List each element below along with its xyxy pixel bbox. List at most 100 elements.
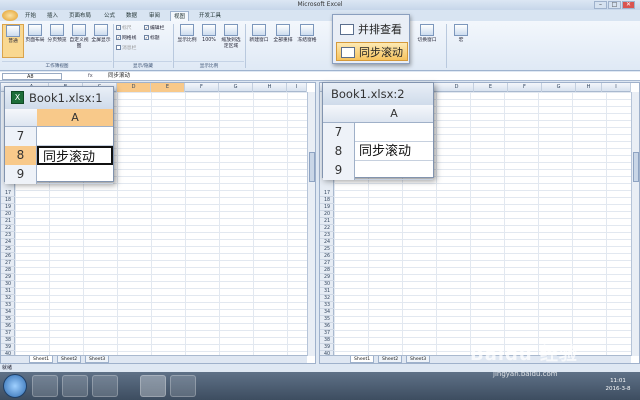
sheet-tab-sheet3[interactable]: Sheet3 xyxy=(406,356,431,363)
row-header[interactable]: 21 xyxy=(320,218,334,225)
fx-icon[interactable]: fx xyxy=(88,72,93,81)
custom-views-button[interactable]: 自定义视图 xyxy=(68,24,90,58)
column-header[interactable]: D xyxy=(440,83,474,92)
clock[interactable]: 11:01 2016-3-8 xyxy=(601,377,635,393)
row-header[interactable]: 29 xyxy=(1,274,15,281)
tab-formulas[interactable]: 公式 xyxy=(101,11,118,21)
new-window-button[interactable]: 新建窗口 xyxy=(248,24,270,58)
row-number[interactable]: 8 xyxy=(5,146,37,165)
cell[interactable] xyxy=(37,165,113,184)
close-button[interactable]: ✕ xyxy=(622,1,635,9)
row-header[interactable]: 37 xyxy=(1,330,15,337)
sheet-tab-sheet3[interactable]: Sheet3 xyxy=(85,356,110,363)
row-number[interactable]: 7 xyxy=(323,123,355,142)
tab-view[interactable]: 视图 xyxy=(170,11,190,21)
row-header[interactable]: 27 xyxy=(320,260,334,267)
row-header[interactable]: 31 xyxy=(320,288,334,295)
row-header[interactable]: 19 xyxy=(320,204,334,211)
row-header[interactable]: 20 xyxy=(320,211,334,218)
column-header[interactable]: H xyxy=(576,83,602,92)
row-header[interactable]: 27 xyxy=(1,260,15,267)
row-header[interactable]: 36 xyxy=(320,323,334,330)
row-header[interactable]: 35 xyxy=(1,316,15,323)
row-header[interactable]: 18 xyxy=(1,197,15,204)
column-header[interactable]: H xyxy=(253,83,287,92)
row-header[interactable]: 23 xyxy=(1,232,15,239)
row-header[interactable]: 33 xyxy=(1,302,15,309)
arrange-all-button[interactable]: 全部重排 xyxy=(272,24,294,58)
sheet-tab-sheet1[interactable]: Sheet1 xyxy=(29,356,54,363)
formula-bar-checkbox[interactable]: ✓ 编辑栏 xyxy=(144,25,164,32)
sheet-tab-sheet1[interactable]: Sheet1 xyxy=(350,356,375,363)
active-cell[interactable]: 同步滚动 xyxy=(37,146,113,165)
row-header[interactable]: 24 xyxy=(1,239,15,246)
row-number[interactable]: 9 xyxy=(5,165,37,184)
cell[interactable] xyxy=(37,127,113,146)
row-header[interactable]: 36 xyxy=(1,323,15,330)
cell[interactable] xyxy=(355,161,433,180)
row-header[interactable]: 29 xyxy=(320,274,334,281)
zoom-button[interactable]: 显示比例 xyxy=(176,24,198,58)
headings-checkbox[interactable]: ✓ 标题 xyxy=(144,35,160,42)
formula-input[interactable]: 同步滚动 xyxy=(108,72,130,81)
row-header[interactable]: 19 xyxy=(1,204,15,211)
row-header[interactable]: 28 xyxy=(1,267,15,274)
column-header-a[interactable]: A xyxy=(37,109,113,127)
row-header[interactable]: 35 xyxy=(320,316,334,323)
row-header[interactable]: 23 xyxy=(320,232,334,239)
vertical-scrollbar[interactable] xyxy=(631,92,639,356)
explorer-icon[interactable] xyxy=(62,375,88,397)
row-header[interactable]: 22 xyxy=(1,225,15,232)
row-header[interactable]: 38 xyxy=(1,337,15,344)
row-header[interactable]: 32 xyxy=(1,295,15,302)
media-player-icon[interactable] xyxy=(92,375,118,397)
row-header[interactable]: 37 xyxy=(320,330,334,337)
column-header[interactable]: I xyxy=(602,83,631,92)
row-header[interactable]: 20 xyxy=(1,211,15,218)
normal-view-button[interactable]: 普通 xyxy=(2,24,24,58)
gridlines-checkbox[interactable]: ✓ 网格线 xyxy=(116,35,136,42)
tab-home[interactable]: 开始 xyxy=(22,11,39,21)
maximize-button[interactable]: □ xyxy=(608,1,621,9)
row-header[interactable]: 25 xyxy=(1,246,15,253)
macros-button[interactable]: 宏 xyxy=(450,24,472,58)
synchronous-scrolling-button[interactable]: 同步滚动 xyxy=(336,42,408,61)
scroll-thumb[interactable] xyxy=(633,152,639,182)
zoom-100-button[interactable]: 100% xyxy=(198,24,220,58)
minimize-button[interactable]: – xyxy=(594,1,607,9)
row-header[interactable]: 17 xyxy=(320,190,334,197)
row-header[interactable]: 28 xyxy=(320,267,334,274)
tab-insert[interactable]: 插入 xyxy=(44,11,61,21)
sheet-tab-sheet2[interactable]: Sheet2 xyxy=(57,356,82,363)
page-layout-view-button[interactable]: 页面布局 xyxy=(24,24,46,58)
row-header[interactable]: 26 xyxy=(1,253,15,260)
row-header[interactable]: 24 xyxy=(320,239,334,246)
row-number[interactable]: 7 xyxy=(5,127,37,146)
row-number[interactable]: 8 xyxy=(323,142,355,161)
view-side-by-side-button[interactable]: 并排查看 xyxy=(336,20,408,39)
column-header[interactable]: G xyxy=(219,83,253,92)
tab-data[interactable]: 数据 xyxy=(123,11,140,21)
tab-page-layout[interactable]: 页面布局 xyxy=(66,11,94,21)
switch-windows-button[interactable]: 切换窗口 xyxy=(416,24,438,58)
row-header[interactable]: 25 xyxy=(320,246,334,253)
select-all-corner[interactable] xyxy=(5,109,37,127)
column-header[interactable]: D xyxy=(117,83,151,92)
row-header[interactable]: 18 xyxy=(320,197,334,204)
row-header[interactable]: 39 xyxy=(1,344,15,351)
row-header[interactable]: 38 xyxy=(320,337,334,344)
start-button[interactable] xyxy=(3,374,27,398)
zoom-selection-button[interactable]: 缩放到选定区域 xyxy=(220,24,242,58)
column-header[interactable]: F xyxy=(185,83,219,92)
sheet-tab-sheet2[interactable]: Sheet2 xyxy=(378,356,403,363)
row-header[interactable]: 26 xyxy=(320,253,334,260)
row-header[interactable]: 30 xyxy=(1,281,15,288)
full-screen-button[interactable]: 全屏显示 xyxy=(90,24,112,58)
excel-taskbar-icon[interactable] xyxy=(140,375,166,397)
column-header[interactable]: I xyxy=(287,83,307,92)
message-bar-checkbox[interactable]: 消息栏 xyxy=(116,45,136,52)
column-header-a[interactable]: A xyxy=(355,105,433,123)
ruler-checkbox[interactable]: ✓ 标尺 xyxy=(116,25,132,32)
row-header[interactable]: 34 xyxy=(1,309,15,316)
row-header[interactable]: 31 xyxy=(1,288,15,295)
